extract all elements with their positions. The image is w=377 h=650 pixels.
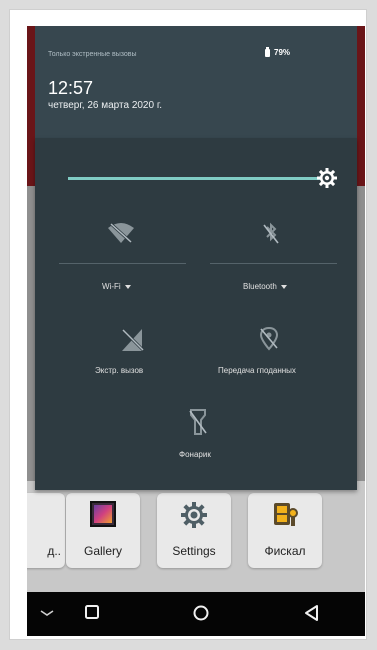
device-screen: д.. Gallery Settings Фискал Только экстр… bbox=[27, 26, 365, 636]
app-label: Settings bbox=[172, 544, 216, 558]
battery-percent: 79% bbox=[274, 48, 291, 57]
brightness-slider-fill bbox=[68, 177, 323, 180]
back-icon[interactable] bbox=[303, 604, 321, 627]
home-icon[interactable] bbox=[192, 604, 210, 627]
bluetooth-label-text: Bluetooth bbox=[243, 282, 277, 291]
bluetooth-dropdown-caret bbox=[280, 284, 287, 289]
app-gallery[interactable]: Gallery bbox=[66, 493, 140, 568]
location-off-icon[interactable] bbox=[258, 326, 280, 357]
bluetooth-off-icon[interactable] bbox=[261, 222, 281, 251]
flashlight-label[interactable]: Фонарик bbox=[179, 450, 211, 459]
settings-gear-icon bbox=[180, 501, 208, 534]
clock-time[interactable]: 12:57 bbox=[48, 78, 93, 99]
wifi-label-text: Wi-Fi bbox=[102, 282, 121, 291]
quick-settings-panel: Wi-Fi Bluetooth Экстр. вызов Передача гп… bbox=[35, 138, 357, 490]
app-fiscal[interactable]: Фискал bbox=[248, 493, 322, 568]
recents-icon[interactable] bbox=[84, 604, 100, 625]
bluetooth-label[interactable]: Bluetooth bbox=[243, 282, 287, 291]
date-text[interactable]: четверг, 26 марта 2020 г. bbox=[48, 100, 162, 111]
navigation-bar bbox=[27, 592, 365, 636]
app-label: д.. bbox=[47, 544, 61, 558]
status-text: Только экстренные вызовы bbox=[48, 51, 137, 58]
flashlight-off-icon[interactable] bbox=[188, 408, 208, 441]
wifi-label[interactable]: Wi-Fi bbox=[102, 282, 131, 291]
no-signal-icon[interactable] bbox=[120, 327, 146, 358]
notification-header[interactable]: Только экстренные вызовы 79% 12:57 четве… bbox=[35, 26, 357, 138]
app-settings[interactable]: Settings bbox=[157, 493, 231, 568]
bluetooth-divider bbox=[210, 263, 337, 264]
emergency-call-label[interactable]: Экстр. вызов bbox=[95, 366, 143, 375]
data-transfer-label[interactable]: Передача гподанных bbox=[218, 366, 296, 375]
app-partial[interactable]: д.. bbox=[27, 493, 65, 568]
wifi-dropdown-caret bbox=[124, 284, 131, 289]
app-label: Gallery bbox=[83, 544, 122, 558]
fiscal-icon bbox=[271, 501, 299, 534]
battery-indicator: 79% bbox=[265, 46, 291, 57]
chevron-down-icon[interactable] bbox=[39, 606, 55, 624]
app-label: Фискал bbox=[264, 544, 306, 558]
wifi-off-icon[interactable] bbox=[106, 221, 136, 250]
wifi-divider bbox=[59, 263, 186, 264]
brightness-slider[interactable] bbox=[68, 177, 328, 180]
battery-icon bbox=[265, 46, 270, 57]
gallery-icon bbox=[90, 501, 116, 532]
brightness-gear-icon[interactable] bbox=[316, 167, 338, 194]
